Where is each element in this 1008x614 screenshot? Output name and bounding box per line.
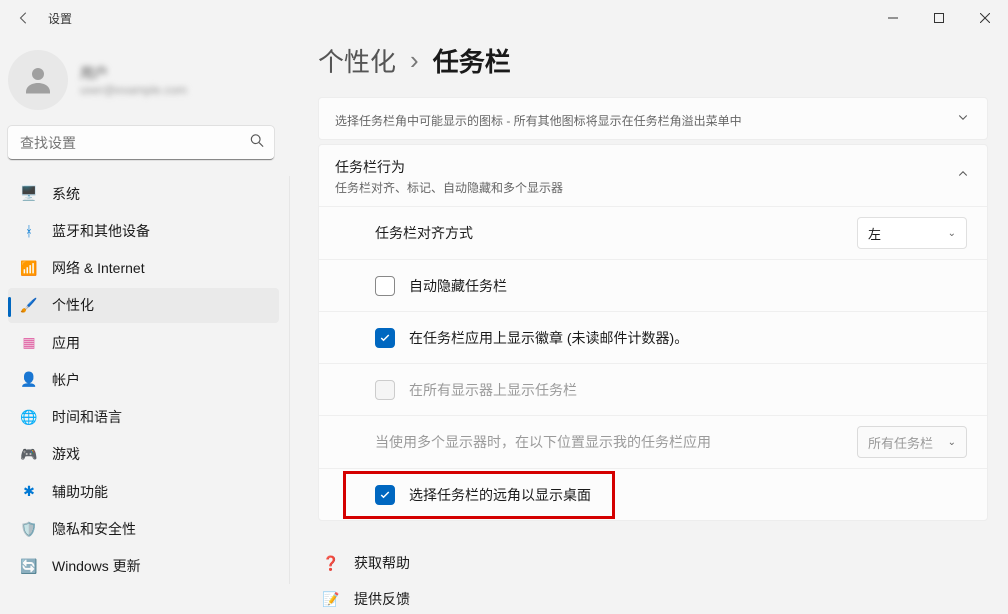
user-block[interactable]: 用户 user@example.com [8, 46, 290, 126]
breadcrumb: 个性化 › 任务栏 [318, 42, 988, 79]
sidebar-item-icon: 🔄 [20, 557, 38, 575]
search-container [8, 126, 274, 160]
sidebar-item-4[interactable]: ▦ 应用 [8, 325, 279, 360]
feedback-link[interactable]: 📝 提供反馈 [318, 581, 988, 614]
maximize-button[interactable] [916, 2, 962, 34]
sidebar-item-0[interactable]: 🖥️ 系统 [8, 176, 279, 211]
chevron-down-icon: ⌄ [948, 228, 956, 239]
multi-display-label: 当使用多个显示器时，在以下位置显示我的任务栏应用 [375, 432, 857, 452]
help-icon: ❓ [322, 555, 340, 572]
breadcrumb-separator: › [410, 45, 419, 76]
sidebar-item-label: 帐户 [52, 370, 80, 390]
badges-label: 在任务栏应用上显示徽章 (未读邮件计数器)。 [409, 328, 967, 348]
multi-display-value: 所有任务栏 [868, 433, 933, 452]
chevron-down-icon: ⌄ [948, 437, 956, 448]
chevron-up-icon [957, 167, 969, 185]
auto-hide-label: 自动隐藏任务栏 [409, 276, 967, 296]
sidebar-item-label: 时间和语言 [52, 407, 122, 427]
sidebar-item-icon: ᚼ [20, 222, 38, 240]
window-title: 设置 [48, 10, 72, 27]
user-email: user@example.com [80, 83, 187, 97]
minimize-button[interactable] [870, 2, 916, 34]
sidebar-item-7[interactable]: 🎮 游戏 [8, 437, 279, 472]
sidebar-item-8[interactable]: ✱ 辅助功能 [8, 474, 279, 509]
far-corner-label: 选择任务栏的远角以显示桌面 [409, 485, 967, 505]
taskbar-behavior-card: 任务栏行为 任务栏对齐、标记、自动隐藏和多个显示器 任务栏对齐方式 左 ⌄ [318, 144, 988, 521]
chevron-down-icon [957, 110, 969, 128]
taskbar-behavior-subtitle: 任务栏对齐、标记、自动隐藏和多个显示器 [335, 179, 563, 196]
sidebar-item-icon: ✱ [20, 483, 38, 501]
sidebar-item-3[interactable]: 🖌️ 个性化 [8, 288, 279, 323]
breadcrumb-current: 任务栏 [433, 42, 511, 79]
far-corner-checkbox[interactable] [375, 485, 395, 505]
sidebar-item-9[interactable]: 🛡️ 隐私和安全性 [8, 511, 279, 546]
sidebar-item-icon: 📶 [20, 259, 38, 277]
sidebar-item-label: 系统 [52, 184, 80, 204]
all-displays-checkbox [375, 380, 395, 400]
breadcrumb-parent[interactable]: 个性化 [318, 42, 396, 79]
get-help-link[interactable]: ❓ 获取帮助 [318, 545, 988, 581]
avatar [8, 50, 68, 110]
sidebar-item-2[interactable]: 📶 网络 & Internet [8, 251, 279, 286]
alignment-value: 左 [868, 224, 881, 243]
sidebar-item-label: 个性化 [52, 295, 94, 315]
sidebar-item-1[interactable]: ᚼ 蓝牙和其他设备 [8, 213, 279, 248]
corner-icons-subtitle: 选择任务栏角中可能显示的图标 - 所有其他图标将显示在任务栏角溢出菜单中 [335, 112, 742, 129]
badges-row[interactable]: 在任务栏应用上显示徽章 (未读邮件计数器)。 [319, 311, 987, 363]
sidebar-item-icon: 👤 [20, 371, 38, 389]
corner-icons-card[interactable]: 选择任务栏角中可能显示的图标 - 所有其他图标将显示在任务栏角溢出菜单中 [318, 97, 988, 140]
sidebar-item-label: Windows 更新 [52, 556, 141, 576]
sidebar-item-label: 游戏 [52, 444, 80, 464]
sidebar-item-icon: 🖥️ [20, 185, 38, 203]
sidebar-item-label: 网络 & Internet [52, 258, 145, 278]
far-corner-row[interactable]: 选择任务栏的远角以显示桌面 [319, 468, 987, 520]
sidebar-item-icon: ▦ [20, 334, 38, 352]
sidebar-item-icon: 🛡️ [20, 520, 38, 538]
auto-hide-row[interactable]: 自动隐藏任务栏 [319, 259, 987, 311]
close-button[interactable] [962, 2, 1008, 34]
sidebar-item-label: 隐私和安全性 [52, 519, 136, 539]
search-icon [250, 134, 264, 153]
auto-hide-checkbox[interactable] [375, 276, 395, 296]
multi-display-dropdown: 所有任务栏 ⌄ [857, 426, 967, 458]
alignment-row: 任务栏对齐方式 左 ⌄ [319, 206, 987, 259]
all-displays-row: 在所有显示器上显示任务栏 [319, 363, 987, 415]
get-help-label: 获取帮助 [354, 553, 410, 573]
alignment-label: 任务栏对齐方式 [375, 223, 857, 243]
feedback-icon: 📝 [322, 591, 340, 608]
sidebar-item-icon: 🎮 [20, 445, 38, 463]
sidebar-item-label: 蓝牙和其他设备 [52, 221, 150, 241]
sidebar-item-6[interactable]: 🌐 时间和语言 [8, 400, 279, 435]
taskbar-behavior-header[interactable]: 任务栏行为 任务栏对齐、标记、自动隐藏和多个显示器 [319, 145, 987, 206]
user-name: 用户 [80, 63, 187, 83]
search-input[interactable] [8, 126, 274, 160]
taskbar-behavior-title: 任务栏行为 [335, 157, 563, 177]
sidebar-item-10[interactable]: 🔄 Windows 更新 [8, 549, 279, 584]
sidebar-item-icon: 🌐 [20, 408, 38, 426]
sidebar-item-label: 应用 [52, 333, 80, 353]
all-displays-label: 在所有显示器上显示任务栏 [409, 380, 967, 400]
sidebar-item-5[interactable]: 👤 帐户 [8, 362, 279, 397]
multi-display-row: 当使用多个显示器时，在以下位置显示我的任务栏应用 所有任务栏 ⌄ [319, 415, 987, 468]
sidebar-item-icon: 🖌️ [20, 296, 38, 314]
back-button[interactable] [8, 2, 40, 34]
feedback-label: 提供反馈 [354, 589, 410, 609]
badges-checkbox[interactable] [375, 328, 395, 348]
sidebar-item-label: 辅助功能 [52, 482, 108, 502]
alignment-dropdown[interactable]: 左 ⌄ [857, 217, 967, 249]
